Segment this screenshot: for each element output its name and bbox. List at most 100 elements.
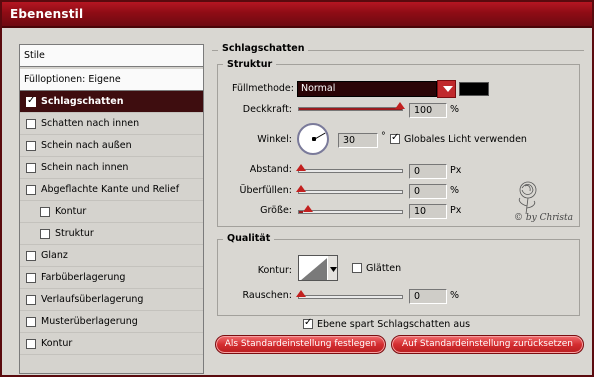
pattern-overlay-checkbox[interactable]	[26, 316, 36, 327]
list-item-label: Verlaufsüberlagerung	[41, 294, 144, 305]
styles-list: Stile Fülloptionen: Eigene Schlagschatte…	[19, 44, 204, 374]
list-item-pattern-overlay[interactable]: Musterüberlagerung	[20, 311, 203, 333]
list-item-label: Farbüberlagerung	[41, 272, 126, 283]
blend-mode-dropdown-icon[interactable]	[437, 80, 456, 98]
distance-unit: Px	[450, 165, 462, 176]
blend-mode-label: Füllmethode:	[232, 83, 294, 94]
opacity-unit: %	[450, 104, 460, 115]
list-item-blending-options[interactable]: Fülloptionen: Eigene	[20, 69, 203, 91]
list-item-styles[interactable]: Stile	[20, 45, 203, 67]
list-item-inner-shadow[interactable]: Schatten nach innen	[20, 113, 203, 135]
global-light-label: Globales Licht verwenden	[404, 134, 527, 145]
noise-slider[interactable]	[298, 295, 403, 299]
list-item-texture[interactable]: Struktur	[20, 223, 203, 245]
list-item-bevel-emboss[interactable]: Abgeflachte Kante und Relief	[20, 179, 203, 201]
list-item-bevel-contour[interactable]: Kontur	[20, 201, 203, 223]
opacity-slider-fill	[299, 108, 402, 110]
watermark-rose-icon: © by Christa	[514, 181, 573, 222]
list-item-gradient-overlay[interactable]: Verlaufsüberlagerung	[20, 289, 203, 311]
quality-group	[217, 239, 580, 316]
distance-input[interactable]: 0	[409, 164, 447, 179]
spread-value: 0	[414, 186, 421, 197]
set-default-button[interactable]: Als Standardeinstellung festlegen	[215, 335, 386, 354]
layer-style-dialog: Ebenenstil Stile Fülloptionen: Eigene Sc…	[0, 0, 594, 377]
distance-slider-thumb[interactable]	[296, 164, 306, 171]
angle-dial[interactable]	[297, 123, 329, 155]
angle-unit: °	[381, 131, 386, 142]
size-input[interactable]: 10	[409, 204, 447, 219]
dialog-content: Stile Fülloptionen: Eigene Schlagschatte…	[4, 30, 590, 374]
distance-value: 0	[414, 166, 421, 177]
list-item-satin[interactable]: Glanz	[20, 245, 203, 267]
bevel-emboss-checkbox[interactable]	[26, 184, 36, 195]
outer-glow-checkbox[interactable]	[26, 140, 36, 151]
spread-slider-thumb[interactable]	[296, 185, 306, 192]
stroke-checkbox[interactable]	[26, 338, 36, 349]
opacity-slider-thumb[interactable]	[395, 102, 405, 109]
contour-label: Kontur:	[257, 265, 292, 276]
noise-value: 0	[414, 291, 421, 302]
noise-slider-thumb[interactable]	[296, 290, 306, 297]
noise-unit: %	[450, 290, 460, 301]
distance-label: Abstand:	[249, 164, 292, 175]
color-overlay-checkbox[interactable]	[26, 272, 36, 283]
shadow-color-swatch[interactable]	[459, 82, 489, 96]
opacity-value: 100	[414, 105, 433, 116]
list-item-label: Schein nach außen	[41, 140, 132, 151]
list-item-label: Struktur	[55, 228, 94, 239]
title-bar[interactable]: Ebenenstil	[2, 2, 592, 28]
list-item-inner-glow[interactable]: Schein nach innen	[20, 157, 203, 179]
list-item-label: Stile	[24, 50, 45, 61]
watermark-text: © by Christa	[514, 213, 573, 222]
antialias-label: Glätten	[366, 263, 402, 274]
bevel-contour-checkbox[interactable]	[40, 206, 50, 217]
opacity-input[interactable]: 100	[409, 103, 447, 118]
inner-shadow-checkbox[interactable]	[26, 118, 36, 129]
list-item-label: Abgeflachte Kante und Relief	[41, 184, 180, 195]
drop-shadow-checkbox[interactable]	[26, 95, 36, 107]
inner-glow-checkbox[interactable]	[26, 162, 36, 173]
gradient-overlay-checkbox[interactable]	[26, 294, 36, 305]
list-item-color-overlay[interactable]: Farbüberlagerung	[20, 267, 203, 289]
list-item-drop-shadow[interactable]: Schlagschatten	[20, 91, 203, 113]
contour-picker[interactable]	[298, 255, 338, 281]
list-item-label: Kontur	[55, 206, 87, 217]
blend-mode-value: Normal	[301, 83, 336, 94]
angle-value: 30	[343, 135, 356, 146]
list-item-label: Schein nach innen	[41, 162, 129, 173]
satin-checkbox[interactable]	[26, 250, 36, 261]
spread-slider[interactable]	[298, 190, 403, 194]
list-item-stroke[interactable]: Kontur	[20, 333, 203, 355]
distance-slider[interactable]	[298, 169, 403, 173]
list-item-label: Schlagschatten	[41, 96, 124, 107]
antialias-checkbox[interactable]	[352, 263, 362, 273]
texture-checkbox[interactable]	[40, 228, 50, 239]
opacity-slider[interactable]	[298, 107, 403, 111]
noise-input[interactable]: 0	[409, 289, 447, 304]
structure-title: Struktur	[223, 59, 277, 70]
list-item-label: Glanz	[41, 250, 68, 261]
spread-label: Überfüllen:	[239, 185, 292, 196]
list-item-label: Kontur	[41, 338, 73, 349]
list-item-label: Schatten nach innen	[41, 118, 140, 129]
blend-mode-select[interactable]: Normal	[297, 81, 437, 97]
angle-input[interactable]: 30	[338, 133, 378, 148]
list-item-outer-glow[interactable]: Schein nach außen	[20, 135, 203, 157]
reset-default-button[interactable]: Auf Standardeinstellung zurücksetzen	[391, 335, 584, 354]
angle-dial-center	[312, 137, 316, 141]
global-light-checkbox[interactable]	[390, 132, 400, 144]
size-slider[interactable]	[298, 210, 403, 214]
size-unit: Px	[450, 205, 462, 216]
quality-title: Qualität	[223, 233, 275, 244]
angle-label: Winkel:	[257, 134, 292, 145]
list-item-label: Musterüberlagerung	[41, 316, 138, 327]
knockout-checkbox[interactable]	[303, 317, 313, 329]
spread-input[interactable]: 0	[409, 184, 447, 199]
noise-label: Rauschen:	[242, 290, 293, 301]
opacity-label: Deckkraft:	[242, 104, 292, 115]
size-value: 10	[414, 206, 427, 217]
drop-shadow-title: Schlagschatten	[218, 43, 309, 54]
size-slider-thumb[interactable]	[303, 205, 313, 212]
contour-linear-icon	[301, 256, 337, 280]
spread-unit: %	[450, 185, 460, 196]
